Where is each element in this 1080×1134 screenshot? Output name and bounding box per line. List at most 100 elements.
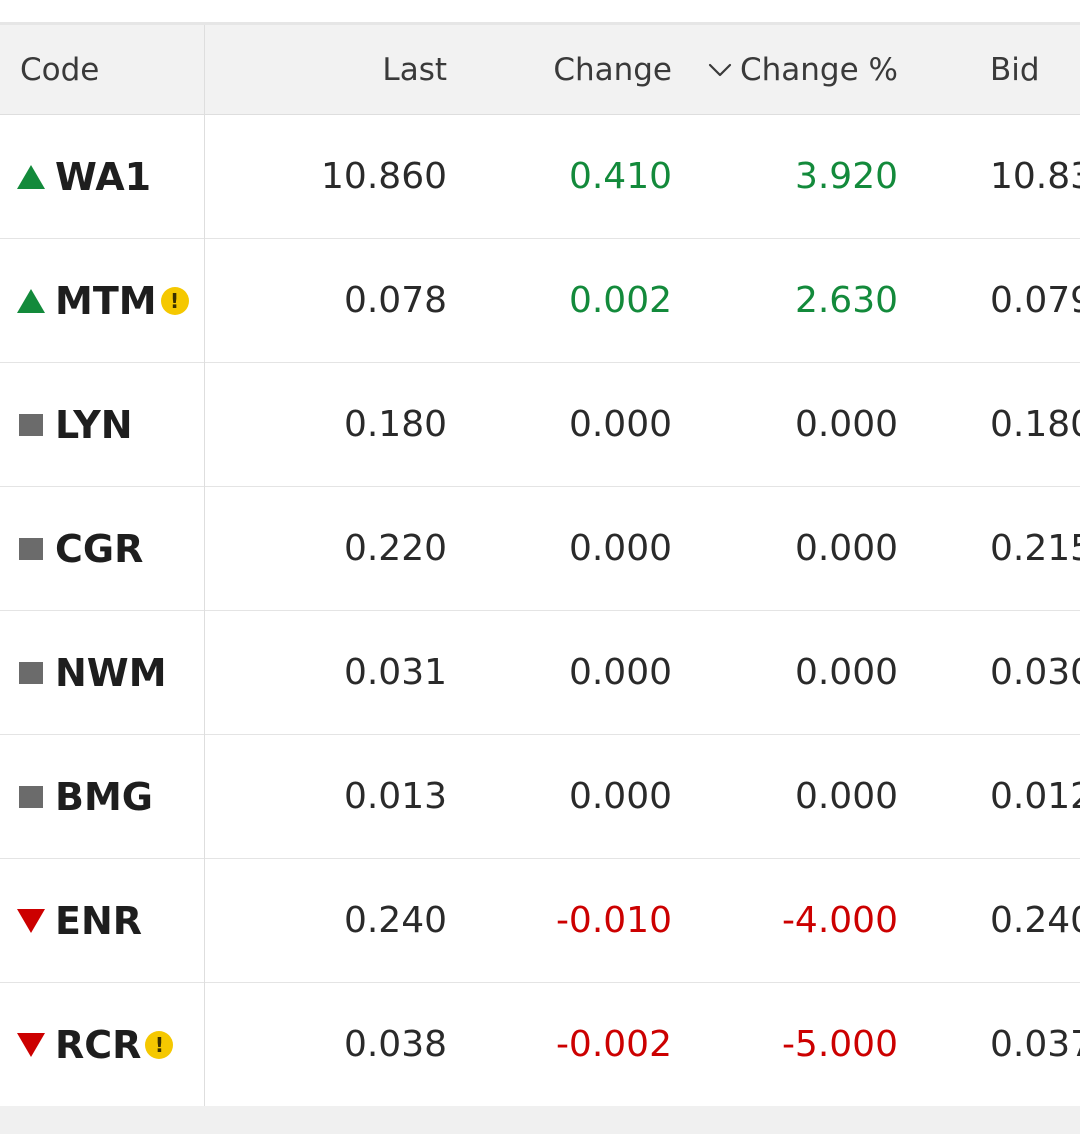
cell-change-pct-value: -4.000 xyxy=(781,900,898,941)
cell-last-value: 0.038 xyxy=(343,1024,447,1065)
square-flat-icon xyxy=(19,413,43,436)
code-symbol: LYN xyxy=(55,402,133,447)
quotes-table: Code Last Change Change % Bid WA1 10.860 0… xyxy=(0,25,1080,1106)
triangle-down-icon xyxy=(17,1032,45,1057)
table-row[interactable]: MTM! 0.078 0.002 2.630 0.079 xyxy=(0,239,1080,363)
cell-last: 0.240 xyxy=(205,859,447,982)
cell-bid-value: 0.079 xyxy=(990,280,1080,321)
cell-bid: 0.079 xyxy=(898,239,1080,362)
table-row[interactable]: WA1 10.860 0.410 3.920 10.830 xyxy=(0,115,1080,239)
code-wrap: BMG xyxy=(0,775,153,819)
cell-last: 0.013 xyxy=(205,735,447,858)
cell-bid-value: 0.012 xyxy=(990,776,1080,817)
cell-code: MTM! xyxy=(0,239,204,362)
cell-change-pct-value: 0.000 xyxy=(794,404,898,445)
cell-change-pct: 3.920 xyxy=(672,115,898,238)
cell-change-value: 0.000 xyxy=(568,528,672,569)
cell-bid-value: 0.240 xyxy=(990,900,1080,941)
cell-change-pct-value: 2.630 xyxy=(794,280,898,321)
header-code-label: Code xyxy=(20,51,100,88)
cell-change-pct: 0.000 xyxy=(672,487,898,610)
cell-change: 0.000 xyxy=(447,487,672,610)
cell-bid-value: 0.030 xyxy=(990,652,1080,693)
code-symbol: MTM xyxy=(55,278,157,323)
cell-bid: 0.240 xyxy=(898,859,1080,982)
cell-last: 0.180 xyxy=(205,363,447,486)
code-wrap: CGR xyxy=(0,527,143,571)
triangle-up-icon xyxy=(17,164,45,189)
column-divider xyxy=(204,25,205,1106)
header-bid-label: Bid xyxy=(990,51,1040,88)
cell-bid-value: 0.180 xyxy=(990,404,1080,445)
header-code[interactable]: Code xyxy=(0,25,204,114)
cell-change-pct-value: 0.000 xyxy=(794,776,898,817)
table-row[interactable]: RCR! 0.038 -0.002 -5.000 0.037 xyxy=(0,983,1080,1106)
cell-change: -0.002 xyxy=(447,983,672,1106)
cell-change: 0.000 xyxy=(447,735,672,858)
cell-last-value: 0.180 xyxy=(343,404,447,445)
code-symbol: NWM xyxy=(55,650,167,695)
cell-change: -0.010 xyxy=(447,859,672,982)
cell-bid: 0.215 xyxy=(898,487,1080,610)
cell-last: 0.078 xyxy=(205,239,447,362)
cell-change: 0.002 xyxy=(447,239,672,362)
square-flat-icon xyxy=(19,537,43,560)
table-row[interactable]: CGR 0.220 0.000 0.000 0.215 xyxy=(0,487,1080,611)
table-header: Code Last Change Change % Bid xyxy=(0,25,1080,115)
triangle-up-icon xyxy=(17,288,45,313)
bottom-bar xyxy=(0,1106,1080,1134)
table-row[interactable]: LYN 0.180 0.000 0.000 0.180 xyxy=(0,363,1080,487)
square-flat-icon xyxy=(19,785,43,808)
cell-change-pct: 2.630 xyxy=(672,239,898,362)
cell-bid-value: 0.037 xyxy=(990,1024,1080,1065)
table-row[interactable]: ENR 0.240 -0.010 -4.000 0.240 xyxy=(0,859,1080,983)
square-flat-icon xyxy=(19,661,43,684)
cell-change-value: 0.000 xyxy=(568,652,672,693)
code-symbol: ENR xyxy=(55,898,143,943)
cell-last: 10.860 xyxy=(205,115,447,238)
code-wrap: LYN xyxy=(0,403,133,447)
cell-bid: 0.037 xyxy=(898,983,1080,1106)
cell-change-pct-value: 3.920 xyxy=(794,156,898,197)
cell-change-pct: 0.000 xyxy=(672,363,898,486)
header-change-pct-label: Change % xyxy=(740,51,898,88)
cell-last-value: 0.220 xyxy=(343,528,447,569)
warning-icon[interactable]: ! xyxy=(145,1030,174,1059)
top-strip xyxy=(0,0,1080,22)
code-wrap: RCR! xyxy=(0,1022,174,1067)
header-last[interactable]: Last xyxy=(205,25,447,114)
cell-code: RCR! xyxy=(0,983,204,1106)
code-symbol: BMG xyxy=(55,774,153,819)
cell-bid-value: 10.830 xyxy=(990,156,1080,197)
cell-change-value: -0.010 xyxy=(555,900,672,941)
table-row[interactable]: BMG 0.013 0.000 0.000 0.012 xyxy=(0,735,1080,859)
header-bid[interactable]: Bid xyxy=(898,25,1080,114)
cell-code: BMG xyxy=(0,735,204,858)
cell-bid: 0.180 xyxy=(898,363,1080,486)
cell-change: 0.000 xyxy=(447,363,672,486)
cell-change-pct: 0.000 xyxy=(672,611,898,734)
cell-last-value: 0.240 xyxy=(343,900,447,941)
header-last-label: Last xyxy=(382,51,447,88)
cell-last-value: 0.013 xyxy=(343,776,447,817)
cell-change-pct-value: -5.000 xyxy=(781,1024,898,1065)
code-wrap: WA1 xyxy=(0,155,151,199)
cell-change: 0.000 xyxy=(447,611,672,734)
table-row[interactable]: NWM 0.031 0.000 0.000 0.030 xyxy=(0,611,1080,735)
code-wrap: NWM xyxy=(0,651,167,695)
cell-change-pct: -5.000 xyxy=(672,983,898,1106)
cell-last: 0.220 xyxy=(205,487,447,610)
warning-icon[interactable]: ! xyxy=(160,286,189,315)
cell-change-value: 0.000 xyxy=(568,404,672,445)
header-change[interactable]: Change xyxy=(447,25,672,114)
header-change-label: Change xyxy=(553,51,672,88)
cell-change-pct: -4.000 xyxy=(672,859,898,982)
cell-change-value: 0.410 xyxy=(568,156,672,197)
cell-change-pct: 0.000 xyxy=(672,735,898,858)
header-change-pct[interactable]: Change % xyxy=(672,25,898,114)
chevron-down-icon xyxy=(708,63,732,76)
cell-change-value: -0.002 xyxy=(555,1024,672,1065)
code-symbol: RCR xyxy=(55,1022,142,1067)
code-wrap: ENR xyxy=(0,899,142,943)
cell-bid: 0.012 xyxy=(898,735,1080,858)
